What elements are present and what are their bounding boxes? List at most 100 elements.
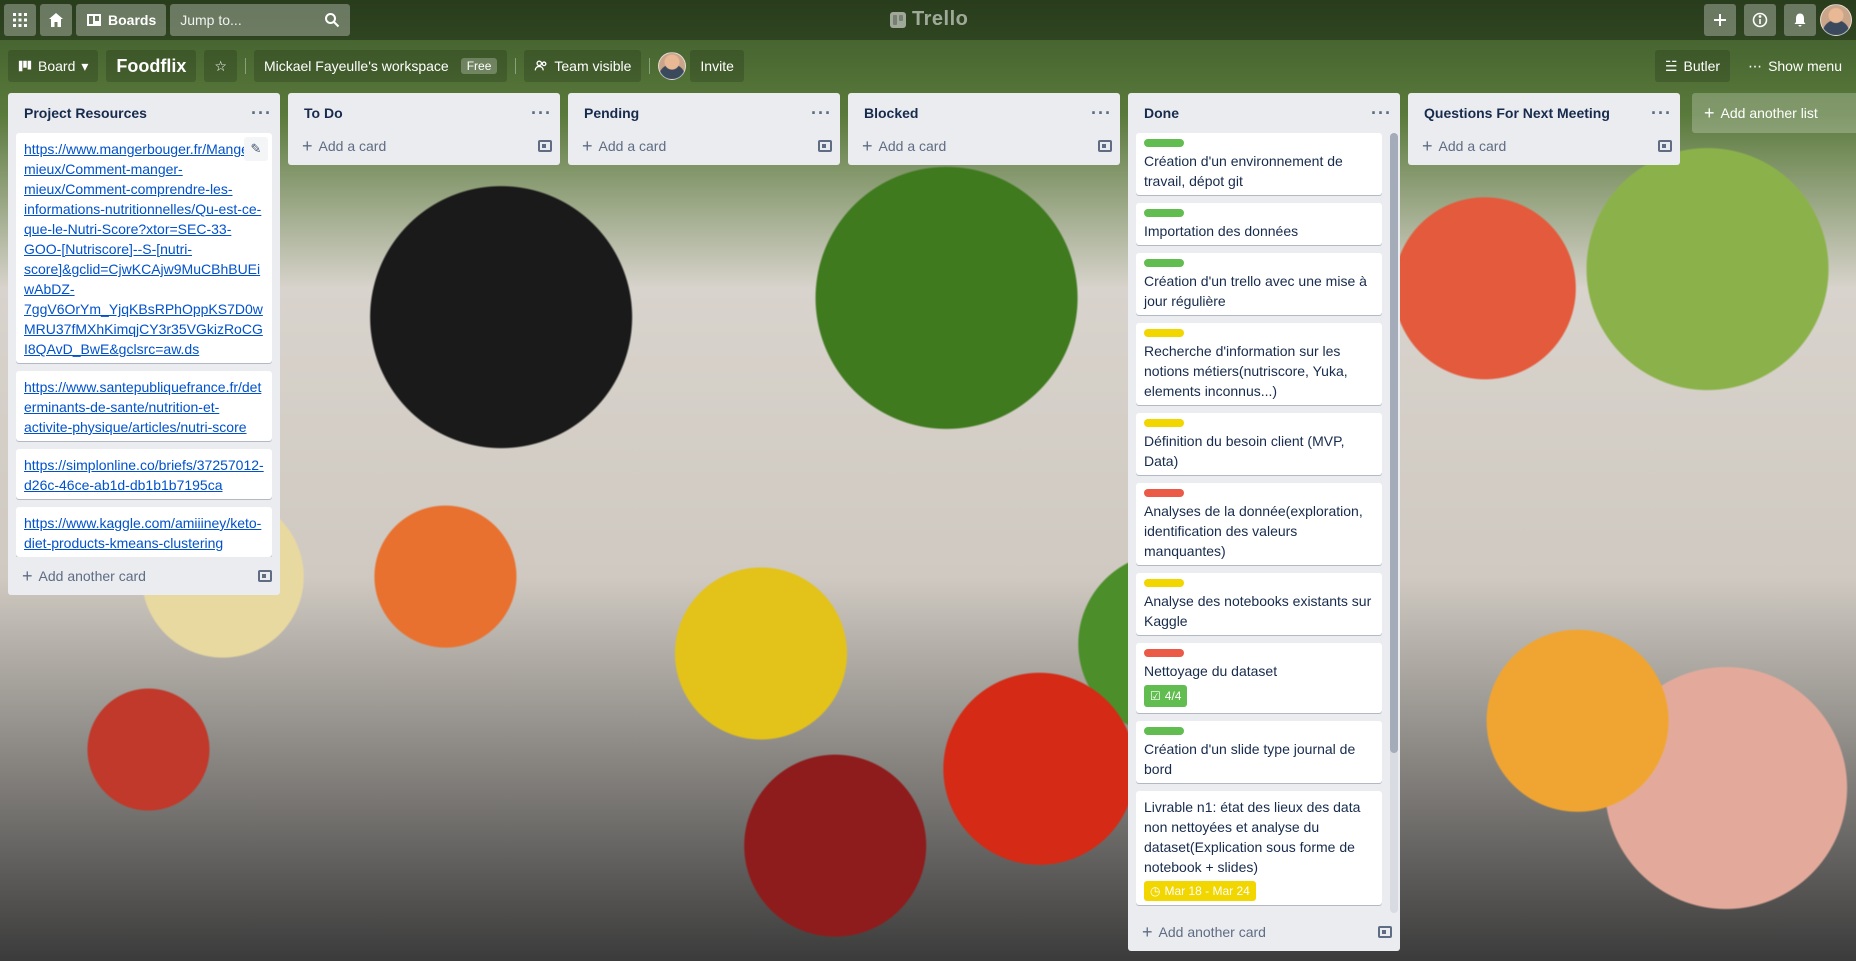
card-template-icon[interactable] bbox=[258, 570, 272, 582]
card-title: Nettoyage du dataset bbox=[1144, 663, 1278, 679]
list-title[interactable]: To Do bbox=[304, 105, 343, 121]
list-questions-for-next-meeting[interactable]: Questions For Next Meeting ··· + Add a c… bbox=[1408, 93, 1680, 165]
due-date-text: Mar 18 - Mar 24 bbox=[1164, 884, 1250, 898]
star-button[interactable]: ☆ bbox=[204, 50, 237, 82]
list-project-resources[interactable]: Project Resources ··· https://www.manger… bbox=[8, 93, 280, 595]
pencil-icon[interactable]: ✎ bbox=[244, 137, 268, 161]
add-card-label: Add another card bbox=[38, 568, 146, 584]
card-label-red[interactable] bbox=[1144, 649, 1184, 657]
home-button[interactable] bbox=[40, 4, 72, 36]
list-header[interactable]: Done ··· bbox=[1128, 93, 1400, 133]
add-card-button[interactable]: + Add a card bbox=[1422, 136, 1507, 156]
add-card-button[interactable]: + Add another card bbox=[1142, 923, 1266, 941]
card-title: Création d'un environnement de travail, … bbox=[1144, 153, 1343, 189]
list-card[interactable]: Importation des données bbox=[1136, 203, 1382, 245]
add-card-label: Add another card bbox=[1158, 924, 1266, 940]
trello-logo[interactable]: Trello bbox=[890, 8, 968, 31]
scrollbar-thumb[interactable] bbox=[1390, 133, 1398, 753]
card-label-green[interactable] bbox=[1144, 139, 1184, 147]
add-card-label: Add a card bbox=[1438, 138, 1507, 154]
add-card-button[interactable]: + Add another card bbox=[22, 567, 146, 585]
card-template-icon[interactable] bbox=[1378, 926, 1392, 938]
workspace-button[interactable]: Mickael Fayeulle's workspace Free bbox=[253, 50, 508, 82]
list-pending[interactable]: Pending ··· + Add a card bbox=[568, 93, 840, 165]
card-label-red[interactable] bbox=[1144, 489, 1184, 497]
list-menu-icon[interactable]: ··· bbox=[531, 104, 552, 122]
search-box[interactable] bbox=[170, 4, 351, 36]
invite-button[interactable]: Invite bbox=[690, 50, 744, 82]
list-card[interactable]: Création d'un slide type journal de bord bbox=[1136, 721, 1382, 783]
due-date-badge[interactable]: ◷ Mar 18 - Mar 24 bbox=[1144, 881, 1256, 901]
list-card[interactable]: Recherche d'information sur les notions … bbox=[1136, 323, 1382, 405]
board-view-switcher[interactable]: Board ▾ bbox=[8, 50, 99, 82]
plus-icon: + bbox=[1422, 136, 1433, 156]
member-avatar[interactable] bbox=[658, 52, 687, 80]
card-template-icon[interactable] bbox=[818, 140, 832, 152]
card-label-green[interactable] bbox=[1144, 727, 1184, 735]
card-title: Définition du besoin client (MVP, Data) bbox=[1144, 433, 1345, 469]
card-label-yellow[interactable] bbox=[1144, 579, 1184, 587]
list-menu-icon[interactable]: ··· bbox=[1091, 104, 1112, 122]
list-title[interactable]: Questions For Next Meeting bbox=[1424, 105, 1610, 121]
list-card[interactable]: https://simplonline.co/briefs/37257012-d… bbox=[16, 449, 272, 499]
grid-icon bbox=[13, 13, 27, 27]
boards-icon bbox=[87, 14, 101, 26]
list-menu-icon[interactable]: ··· bbox=[251, 104, 272, 122]
add-card-button[interactable]: + Add a card bbox=[862, 137, 946, 155]
card-title: Analyse des notebooks existants sur Kagg… bbox=[1144, 593, 1372, 629]
list-card[interactable]: Définition du besoin client (MVP, Data) bbox=[1136, 413, 1382, 475]
visibility-button[interactable]: Team visible bbox=[524, 50, 642, 82]
add-card-button[interactable]: + Add a card bbox=[582, 137, 666, 155]
apps-grid-button[interactable] bbox=[4, 4, 36, 36]
list-to-do[interactable]: To Do ··· + Add a card bbox=[288, 93, 560, 165]
list-title[interactable]: Pending bbox=[584, 105, 639, 121]
list-title[interactable]: Blocked bbox=[864, 105, 918, 121]
card-link[interactable]: https://www.mangerbouger.fr/Manger-mieux… bbox=[24, 141, 263, 357]
card-template-icon[interactable] bbox=[1098, 140, 1112, 152]
list-title[interactable]: Done bbox=[1144, 105, 1179, 121]
card-link[interactable]: https://www.kaggle.com/amiiiney/keto-die… bbox=[24, 515, 261, 551]
list-card[interactable]: Livrable n1: état des lieux des data non… bbox=[1136, 791, 1382, 905]
plus-icon: + bbox=[1704, 103, 1715, 123]
add-card-button[interactable]: + Add a card bbox=[302, 137, 386, 155]
card-title: Création d'un slide type journal de bord bbox=[1144, 741, 1356, 777]
list-menu-icon[interactable]: ··· bbox=[811, 104, 832, 122]
top-header: Boards Trello bbox=[0, 0, 1856, 40]
list-card[interactable]: https://www.mangerbouger.fr/Manger-mieux… bbox=[16, 133, 272, 363]
list-header[interactable]: Project Resources ··· bbox=[8, 93, 280, 133]
user-avatar[interactable] bbox=[1820, 4, 1852, 36]
list-card[interactable]: Nettoyage du dataset ☑ 4/4 bbox=[1136, 643, 1382, 713]
search-input[interactable] bbox=[180, 12, 321, 28]
list-scrollbar[interactable] bbox=[1390, 133, 1398, 913]
list-menu-icon[interactable]: ··· bbox=[1371, 104, 1392, 122]
add-list-button[interactable]: + Add another list bbox=[1692, 93, 1856, 133]
list-blocked[interactable]: Blocked ··· + Add a card bbox=[848, 93, 1120, 165]
butler-button[interactable]: ☱ Butler bbox=[1654, 50, 1731, 82]
card-link[interactable]: https://www.santepubliquefrance.fr/deter… bbox=[24, 379, 261, 435]
list-card[interactable]: https://www.kaggle.com/amiiiney/keto-die… bbox=[16, 507, 272, 557]
card-title: Analyses de la donnée(exploration, ident… bbox=[1144, 503, 1363, 559]
card-template-icon[interactable] bbox=[1658, 140, 1672, 152]
search-icon bbox=[325, 13, 340, 28]
list-done[interactable]: Done ··· Création d'un environnement de … bbox=[1128, 93, 1400, 951]
show-menu-button[interactable]: ⋯ Show menu bbox=[1738, 50, 1852, 82]
list-card[interactable]: Analyse des notebooks existants sur Kagg… bbox=[1136, 573, 1382, 635]
info-button[interactable] bbox=[1744, 4, 1776, 36]
card-label-yellow[interactable] bbox=[1144, 329, 1184, 337]
list-card[interactable]: Création d'un environnement de travail, … bbox=[1136, 133, 1382, 195]
board-title[interactable]: Foodflix bbox=[106, 50, 197, 82]
visibility-label: Team visible bbox=[554, 58, 632, 74]
card-label-yellow[interactable] bbox=[1144, 419, 1184, 427]
list-card[interactable]: Création d'un trello avec une mise à jou… bbox=[1136, 253, 1382, 315]
card-link[interactable]: https://simplonline.co/briefs/37257012-d… bbox=[24, 457, 264, 493]
create-button[interactable] bbox=[1704, 4, 1736, 36]
list-menu-icon[interactable]: ··· bbox=[1651, 104, 1672, 122]
list-title[interactable]: Project Resources bbox=[24, 105, 147, 121]
card-template-icon[interactable] bbox=[538, 140, 552, 152]
card-label-green[interactable] bbox=[1144, 259, 1184, 267]
boards-button[interactable]: Boards bbox=[76, 4, 167, 36]
list-card[interactable]: Analyses de la donnée(exploration, ident… bbox=[1136, 483, 1382, 565]
list-card[interactable]: https://www.santepubliquefrance.fr/deter… bbox=[16, 371, 272, 441]
card-label-green[interactable] bbox=[1144, 209, 1184, 217]
notifications-button[interactable] bbox=[1784, 4, 1816, 36]
